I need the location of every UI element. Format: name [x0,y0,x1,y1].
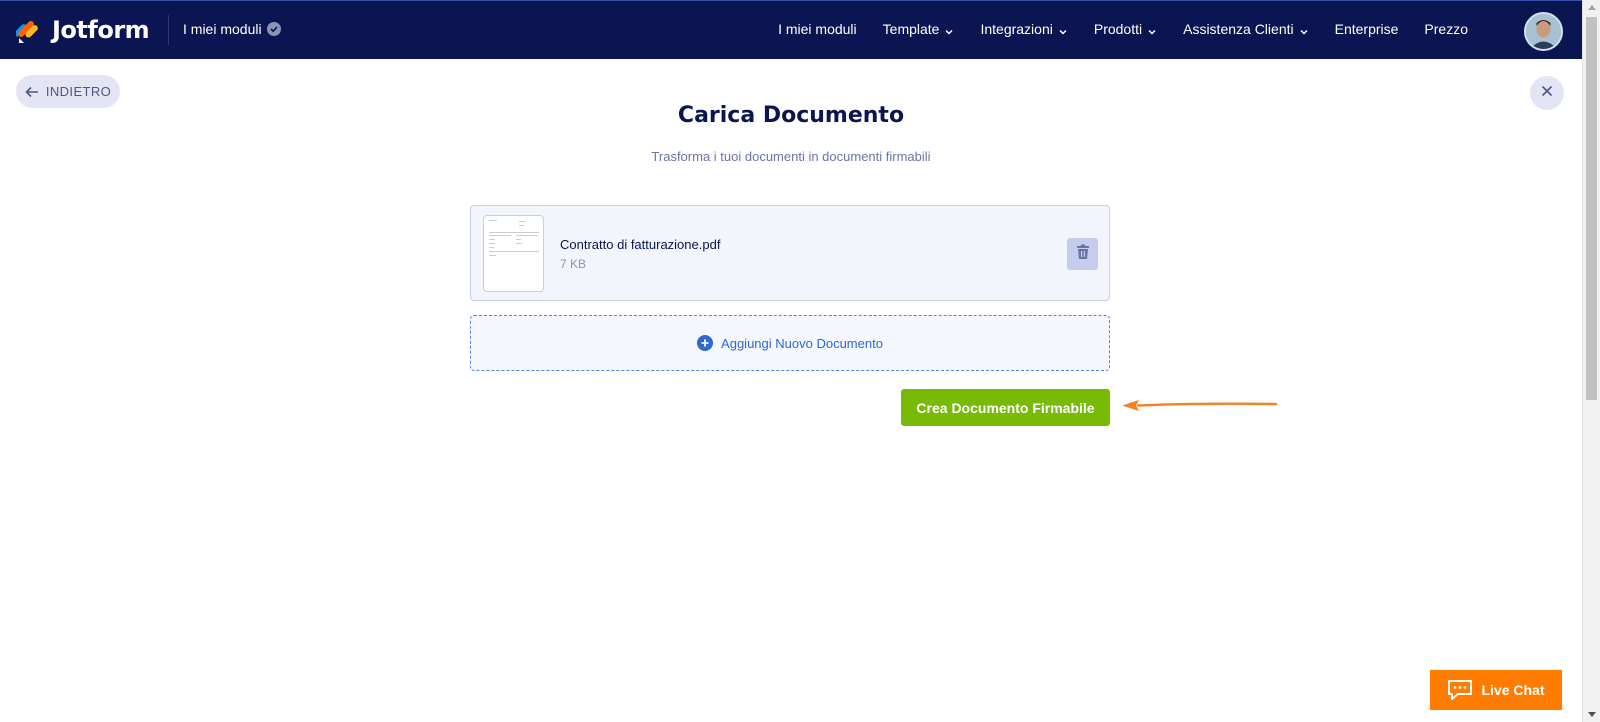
nav-item-my-forms[interactable]: I miei moduli [778,21,857,37]
thumbnail-line [489,243,495,244]
nav-item-label: Prezzo [1424,21,1468,37]
page: Jotform I miei moduli I miei moduli Temp… [0,0,1600,722]
thumbnail-line [489,239,495,240]
delete-file-button[interactable] [1067,238,1098,270]
thumbnail-line [489,251,539,252]
avatar[interactable] [1524,12,1563,51]
thumbnail-line [489,255,496,256]
thumbnail-line [519,221,525,222]
nav-item-support[interactable]: Assistenza Clienti [1183,21,1309,37]
thumbnail-line [516,235,538,236]
brand-name: Jotform [52,16,150,44]
nav-item-label: Enterprise [1334,21,1399,37]
jotform-logo-icon [14,16,42,44]
scroll-up-arrow-icon[interactable] [1588,5,1596,10]
arrow-left-icon [25,86,39,98]
nav-item-pricing[interactable]: Prezzo [1424,21,1468,37]
nav-item-template[interactable]: Template [883,21,955,37]
chevron-down-icon [944,24,954,35]
nav-item-label: Integrazioni [980,21,1053,37]
my-forms-label: I miei moduli [183,21,262,37]
nav-item-products[interactable]: Prodotti [1094,21,1157,37]
scroll-down-arrow-icon[interactable] [1588,712,1596,717]
uploaded-file-card: Contratto di fatturazione.pdf 7 KB [470,205,1110,301]
nav-item-enterprise[interactable]: Enterprise [1335,21,1399,37]
main-nav: I miei moduli Template Integrazioni Prod… [752,21,1468,37]
chevron-down-icon [1058,24,1068,35]
trash-icon [1076,244,1090,265]
file-size: 7 KB [560,257,587,271]
header-divider [168,15,169,45]
nav-item-label: I miei moduli [778,21,857,37]
vertical-scrollbar[interactable] [1582,0,1600,722]
nav-item-label: Prodotti [1093,21,1143,37]
back-button-label: INDIETRO [45,84,112,99]
nav-item-integrations[interactable]: Integrazioni [980,21,1067,37]
scroll-thumb[interactable] [1586,17,1597,400]
document-thumbnail [483,215,544,292]
thumbnail-line [489,247,494,248]
thumbnail-line [516,239,521,240]
thumbnail-line [489,235,511,236]
add-document-label: Aggiungi Nuovo Documento [721,335,883,351]
chevron-down-icon [1299,24,1309,35]
file-name: Contratto di fatturazione.pdf [560,237,721,252]
chat-bubble-icon [1447,679,1473,701]
annotation-arrow-icon [1120,397,1278,413]
nav-item-label: Assistenza Clienti [1183,21,1294,37]
verified-check-icon [266,22,281,36]
nav-item-label: Template [882,21,940,37]
page-subtitle: Trasforma i tuoi documenti in documenti … [651,149,931,164]
page-title: Carica Documento [677,103,905,128]
thumbnail-line [489,220,497,221]
live-chat-button[interactable]: Live Chat [1430,670,1562,710]
brand[interactable]: Jotform [14,13,150,47]
plus-circle-icon [697,335,714,351]
thumbnail-line [519,225,524,226]
my-forms-link[interactable]: I miei moduli [183,21,281,37]
close-icon [1541,84,1553,102]
live-chat-label: Live Chat [1481,682,1545,698]
chevron-down-icon [1147,24,1157,35]
thumbnail-line [489,232,539,233]
top-navigation-bar: Jotform I miei moduli I miei moduli Temp… [0,0,1582,59]
add-document-button[interactable]: Aggiungi Nuovo Documento [470,315,1110,371]
create-signable-document-button[interactable]: Crea Documento Firmabile [901,389,1110,426]
thumbnail-line [516,243,522,244]
